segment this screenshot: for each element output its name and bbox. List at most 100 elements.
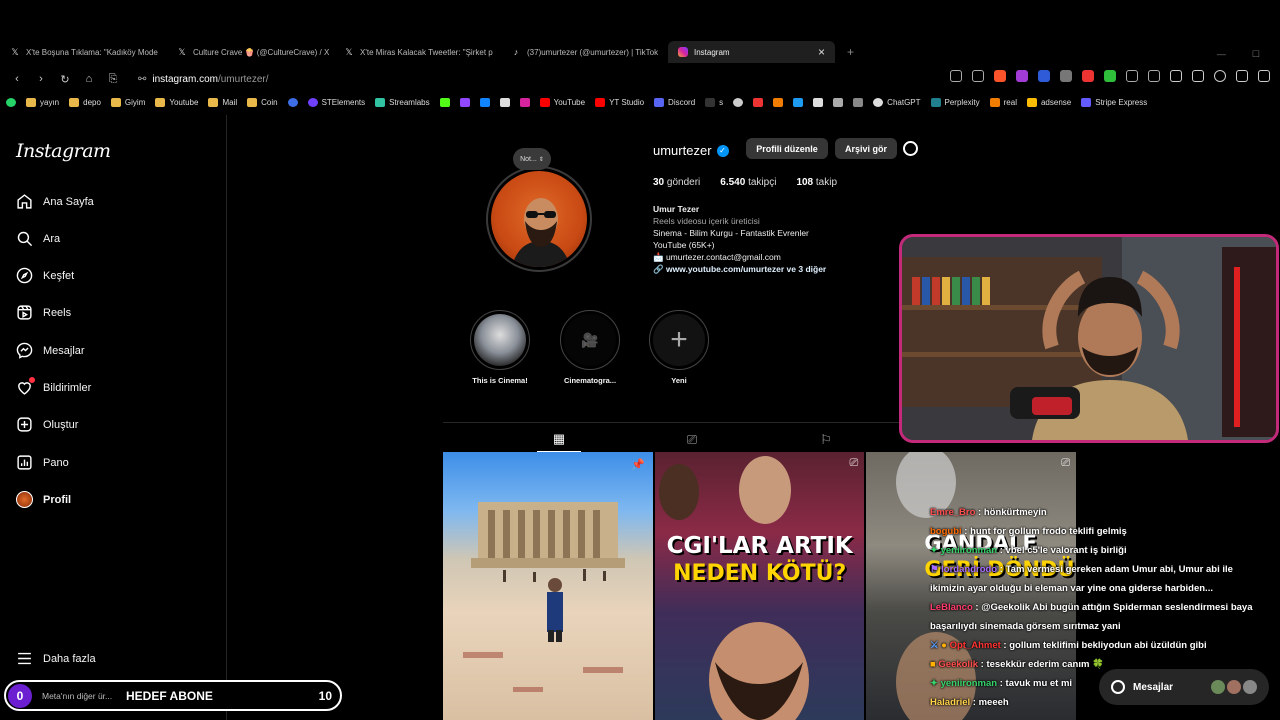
bookmark-link[interactable]: Discord	[654, 97, 695, 107]
bookmark-link[interactable]	[793, 97, 804, 107]
bookmark-link[interactable]: YT Studio	[595, 97, 644, 107]
instagram-logo[interactable]: Instagram	[16, 140, 111, 162]
perplexity-icon	[930, 97, 941, 107]
sidebar-item-more[interactable]: Daha fazla	[16, 650, 96, 667]
bookmark-link[interactable]: Streamlabs	[375, 97, 430, 107]
close-icon[interactable]: ×	[818, 45, 825, 59]
tab-saved[interactable]: ⚐	[804, 427, 848, 452]
brave-shield-icon[interactable]	[994, 70, 1006, 82]
bookmark-link[interactable]: real	[989, 97, 1017, 107]
extension-icon[interactable]	[1104, 70, 1116, 82]
chat-message: ✦ yeniironman : vbel c5'le valorant iş b…	[930, 545, 1127, 556]
bookmark-folder[interactable]: Giyim	[110, 97, 145, 107]
extension-icon[interactable]	[1148, 70, 1160, 82]
extension-icon	[833, 97, 844, 107]
forward-icon[interactable]: ›	[34, 73, 48, 85]
bookmark-link[interactable]	[459, 97, 470, 107]
settings-gear-icon[interactable]	[903, 141, 918, 156]
bookmark-link[interactable]: s	[705, 97, 723, 107]
bookmark-link[interactable]: YouTube	[539, 97, 585, 107]
bookmark-link[interactable]	[813, 97, 824, 107]
bookmark-folder[interactable]: Youtube	[155, 97, 198, 107]
reload-icon[interactable]: ↻	[58, 73, 72, 86]
bookmark-folder[interactable]: Coin	[247, 97, 278, 107]
sidebar-item-home[interactable]: Ana Sayfa	[16, 193, 94, 210]
profile-icon[interactable]	[1214, 70, 1226, 82]
bio-link[interactable]: 🔗 www.youtube.com/umurtezer ve 3 diğer	[653, 263, 826, 275]
extensions-puzzle-icon[interactable]	[1126, 70, 1138, 82]
bookmark-link[interactable]	[753, 97, 764, 107]
bookmark-link[interactable]	[479, 97, 490, 107]
bookmark-link[interactable]	[499, 97, 510, 107]
sidebar-item-create[interactable]: Oluştur	[16, 416, 78, 433]
home-icon[interactable]: ⌂	[82, 73, 96, 85]
highlight-new[interactable]: + Yeni	[649, 310, 709, 385]
followers-count[interactable]: 6.540 takipçi	[720, 177, 776, 188]
view-archive-button[interactable]: Arşivi gör	[835, 138, 897, 159]
cast-icon[interactable]	[950, 70, 962, 82]
bookmark-link[interactable]	[519, 97, 530, 107]
url-field[interactable]: ⚯ instagram.com/umurtezer/	[138, 74, 269, 85]
browser-tab-2[interactable]: 𝕏 Culture Crave 🍿 (@CultureCrave) / X	[167, 41, 334, 63]
leo-ai-icon[interactable]	[1236, 70, 1248, 82]
bookmark-link[interactable]	[287, 97, 298, 107]
sidebar-item-messages[interactable]: Mesajlar	[16, 342, 85, 359]
browser-tab-active[interactable]: Instagram ×	[668, 41, 835, 63]
site-info-icon[interactable]: ⚯	[138, 74, 146, 85]
bookmark-link[interactable]: adsense	[1026, 97, 1071, 107]
following-count[interactable]: 108 takip	[796, 177, 837, 188]
highlight-cinematography[interactable]: 🎥 Cinematogra...	[560, 310, 620, 385]
browser-tab-4[interactable]: ♪ (37)umurtezer (@umurtezer) | TikTok	[501, 41, 668, 63]
whatsapp-bookmark[interactable]	[6, 97, 16, 107]
bookmark-link[interactable]	[733, 97, 744, 107]
sidebar-item-profile[interactable]: Profil	[16, 491, 71, 508]
messages-floating-button[interactable]: Mesajlar	[1099, 669, 1269, 705]
edit-profile-button[interactable]: Profili düzenle	[746, 138, 828, 159]
bookmark-link[interactable]	[833, 97, 844, 107]
post-tile[interactable]: 📌	[443, 452, 653, 720]
post-tile[interactable]: ⎚ CGI'LAR ARTIK NEDEN KÖTÜ?	[654, 452, 865, 720]
bookmark-folder[interactable]: Mail	[208, 97, 237, 107]
avatar-illustration	[511, 198, 571, 267]
browser-tab-3[interactable]: 𝕏 X'te Miras Kalacak Tweetler: "Şirket p	[334, 41, 501, 63]
wallet-icon[interactable]	[1192, 70, 1204, 82]
bookmark-link[interactable]	[773, 97, 784, 107]
sidebar-item-meta[interactable]: Meta'nın diğer ür...	[42, 691, 112, 701]
extension-icon[interactable]	[1060, 70, 1072, 82]
extension-icon[interactable]	[1082, 70, 1094, 82]
minimize-icon[interactable]: —	[1217, 49, 1226, 59]
bookmark-link[interactable]	[439, 97, 450, 107]
back-icon[interactable]: ‹	[10, 73, 24, 85]
posts-count[interactable]: 30 gönderi	[653, 177, 700, 188]
bookmark-link[interactable]	[853, 97, 864, 107]
x-icon: 𝕏	[345, 46, 353, 57]
bookmark-link[interactable]: Stripe Express	[1081, 97, 1147, 107]
sidebar-item-reels[interactable]: Reels	[16, 304, 71, 321]
browser-tab-1[interactable]: 𝕏 X'te Boşuna Tıklama: "Kadıköy Mode	[0, 41, 167, 63]
streamlabs-icon	[375, 97, 386, 107]
menu-icon[interactable]	[1258, 70, 1270, 82]
profile-avatar[interactable]	[486, 166, 592, 272]
sidebar-item-dashboard[interactable]: Pano	[16, 454, 69, 471]
window-controls: — ☐	[1217, 42, 1260, 66]
sidebar-item-notifications[interactable]: Bildirimler	[16, 377, 91, 396]
grid-icon: ▦	[552, 431, 566, 446]
bookmark-link[interactable]: STElements	[307, 97, 365, 107]
sidebar-item-search[interactable]: Ara	[16, 230, 60, 247]
tab-posts[interactable]: ▦	[537, 427, 581, 452]
new-tab-button[interactable]: +	[847, 45, 854, 59]
maximize-icon[interactable]: ☐	[1252, 49, 1260, 60]
bookmark-icon[interactable]: ⎘	[106, 73, 120, 86]
highlight-this-is-cinema[interactable]: This is Cinema!	[470, 310, 530, 385]
brave-rewards-icon[interactable]	[1016, 70, 1028, 82]
bookmark-folder[interactable]: depo	[69, 97, 101, 107]
bookmark-link[interactable]: Perplexity	[930, 97, 980, 107]
sidebar-toggle-icon[interactable]	[1170, 70, 1182, 82]
tab-reels[interactable]: ⎚	[670, 427, 714, 452]
bookmark-folder[interactable]: yayın	[26, 97, 59, 107]
share-icon[interactable]	[972, 70, 984, 82]
extension-icon[interactable]	[1038, 70, 1050, 82]
sidebar-item-explore[interactable]: Keşfet	[16, 267, 74, 284]
bookmark-link[interactable]: ChatGPT	[873, 97, 921, 107]
tab-title: (37)umurtezer (@umurtezer) | TikTok	[527, 47, 659, 57]
